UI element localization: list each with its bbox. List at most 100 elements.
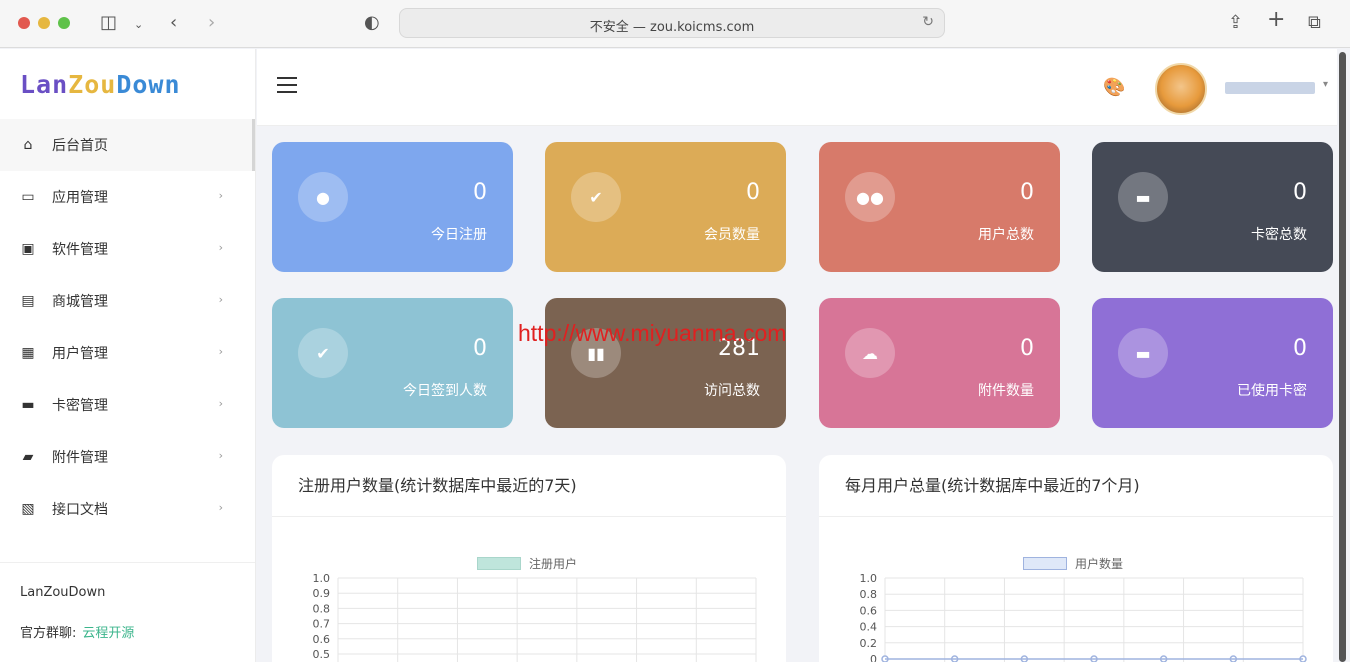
chart-panel-registrations: 注册用户数量(统计数据库中最近的7天) 注册用户 1.0 0.9 0.8 0.7 0.6… [272, 455, 786, 662]
privacy-shield-icon[interactable]: ◐ [364, 12, 380, 34]
sidebar-footer: LanZouDown 官方群聊: 云程开源 [0, 562, 255, 662]
address-bar[interactable]: 不安全 — zou.koicms.com ↻ [399, 8, 945, 38]
stat-label: 今日注册 [431, 227, 487, 243]
user-card-icon: ▦ [21, 345, 35, 361]
card-used-icon: ▬ [1118, 328, 1168, 378]
stat-value: 0 [1293, 336, 1307, 361]
sidebar-item-label: 卡密管理 [52, 398, 108, 414]
y-tick-label: 0.2 [860, 637, 878, 650]
y-tick-label: 0.5 [313, 648, 331, 661]
zoom-window-button[interactable] [58, 17, 70, 29]
stat-label: 用户总数 [978, 227, 1034, 243]
sidebar-item-label: 用户管理 [52, 346, 108, 362]
group-label: 官方群聊: [20, 626, 77, 641]
sidebar-item-3[interactable]: ▤ 商城管理 › [0, 275, 255, 327]
sidebar-item-2[interactable]: ▣ 软件管理 › [0, 223, 255, 275]
folder-icon: ▰ [22, 449, 34, 465]
sidebar-item-6[interactable]: ▰ 附件管理 › [0, 431, 255, 483]
stat-card-3[interactable]: ▬ 0 卡密总数 [1092, 142, 1333, 272]
y-tick-label: 0.4 [860, 621, 878, 634]
tab-overview-icon[interactable]: ⧉ [1308, 12, 1321, 34]
y-tick-label: 0.8 [860, 588, 878, 601]
sidebar-item-label: 商城管理 [52, 294, 108, 310]
user-icon: ● [298, 172, 348, 222]
sidebar: Lan Zou Down ⌂ 后台首页 ▭ 应用管理 › ▣ 软件管理 › ▤ 商城管理 › ▦ 用户管理 ›… [0, 49, 256, 662]
stat-value: 0 [473, 336, 487, 361]
logo-part-lan: Lan [20, 69, 69, 99]
sidebar-item-label: 软件管理 [52, 242, 108, 258]
y-tick-label: 1.0 [860, 572, 878, 585]
stat-card-2[interactable]: ●● 0 用户总数 [819, 142, 1060, 272]
stat-label: 今日签到人数 [403, 383, 487, 399]
chart-panel-monthly: 每月用户总量(统计数据库中最近的7个月) 用户数量 1.0 0.8 0.6 0.4 0.… [819, 455, 1333, 662]
sidebar-toggle-icon[interactable]: ◫ [100, 12, 117, 34]
stat-value: 0 [1020, 180, 1034, 205]
stat-label: 附件数量 [978, 383, 1034, 399]
stat-value: 0 [746, 180, 760, 205]
share-icon[interactable]: ⇪ [1228, 12, 1243, 34]
stat-label: 已使用卡密 [1237, 383, 1307, 399]
forward-icon[interactable]: › [208, 12, 215, 34]
chevron-right-icon: › [218, 189, 223, 202]
sidebar-item-0[interactable]: ⌂ 后台首页 [0, 119, 255, 171]
chevron-right-icon: › [218, 449, 223, 462]
y-tick-label: 0.6 [313, 633, 331, 646]
back-icon[interactable]: ‹ [170, 12, 177, 34]
users-icon: ●● [845, 172, 895, 222]
window-controls [18, 17, 70, 29]
chevron-down-icon[interactable]: ⌄ [134, 14, 143, 36]
sidebar-item-5[interactable]: ▬ 卡密管理 › [0, 379, 255, 431]
sidebar-item-1[interactable]: ▭ 应用管理 › [0, 171, 255, 223]
y-tick-label: 0.9 [313, 587, 331, 600]
desktop-icon: ▭ [21, 189, 35, 205]
stat-card-4[interactable]: ✔ 0 今日签到人数 [272, 298, 513, 428]
close-window-button[interactable] [18, 17, 30, 29]
group-link[interactable]: 云程开源 [82, 626, 134, 641]
stat-card-0[interactable]: ● 0 今日注册 [272, 142, 513, 272]
software-icon: ▣ [21, 241, 35, 257]
stat-label: 卡密总数 [1251, 227, 1307, 243]
card-icon: ▬ [1118, 172, 1168, 222]
stat-value: 0 [473, 180, 487, 205]
api-doc-icon: ▧ [21, 501, 35, 517]
minimize-window-button[interactable] [38, 17, 50, 29]
stat-value: 0 [1020, 336, 1034, 361]
stat-card-7[interactable]: ▬ 0 已使用卡密 [1092, 298, 1333, 428]
sidebar-item-7[interactable]: ▧ 接口文档 › [0, 483, 255, 535]
cloud-upload-icon: ☁ [845, 328, 895, 378]
footer-brand: LanZouDown [20, 585, 106, 600]
stat-card-5[interactable]: ▮▮ 281 访问总数 [545, 298, 786, 428]
monthly-users-chart: 1.0 0.8 0.6 0.4 0.2 0 [860, 572, 1307, 662]
menu-toggle-icon[interactable] [277, 77, 297, 98]
sidebar-item-label: 应用管理 [52, 190, 108, 206]
y-tick-label: 0.8 [313, 602, 331, 615]
stat-value: 0 [1293, 180, 1307, 205]
username-placeholder[interactable] [1225, 82, 1315, 94]
sidebar-item-4[interactable]: ▦ 用户管理 › [0, 327, 255, 379]
chevron-right-icon: › [218, 345, 223, 358]
chevron-right-icon: › [218, 397, 223, 410]
app-logo[interactable]: Lan Zou Down [0, 49, 255, 119]
y-tick-label: 0 [870, 653, 877, 662]
y-tick-label: 1.0 [313, 572, 331, 585]
chevron-down-icon[interactable]: ▾ [1323, 79, 1328, 90]
address-text: 不安全 — zou.koicms.com [589, 20, 755, 35]
avatar[interactable] [1155, 63, 1207, 115]
sidebar-item-label: 接口文档 [52, 502, 108, 518]
registrations-chart: 1.0 0.9 0.8 0.7 0.6 0.5 [313, 572, 757, 662]
theme-palette-icon[interactable]: 🎨 [1103, 77, 1125, 98]
home-icon: ⌂ [23, 137, 33, 153]
page-scrollbar[interactable] [1339, 52, 1346, 662]
stat-card-6[interactable]: ☁ 0 附件数量 [819, 298, 1060, 428]
watermark: http://www.miyuanma.com [518, 320, 787, 346]
member-icon: ✔ [571, 172, 621, 222]
sidebar-nav: ⌂ 后台首页 ▭ 应用管理 › ▣ 软件管理 › ▤ 商城管理 › ▦ 用户管理 › ▬ 卡密管理 › ▰ 附件管理… [0, 119, 255, 535]
browser-toolbar: ◫ ⌄ ‹ › ◐ 不安全 — zou.koicms.com ↻ ⇪ + ⧉ [0, 0, 1350, 48]
sidebar-item-label: 后台首页 [52, 138, 108, 154]
new-tab-icon[interactable]: + [1267, 9, 1285, 31]
y-tick-label: 0.7 [313, 618, 331, 631]
reload-icon[interactable]: ↻ [922, 14, 934, 30]
signin-icon: ✔ [298, 328, 348, 378]
stat-card-1[interactable]: ✔ 0 会员数量 [545, 142, 786, 272]
card-icon: ▬ [21, 397, 35, 413]
